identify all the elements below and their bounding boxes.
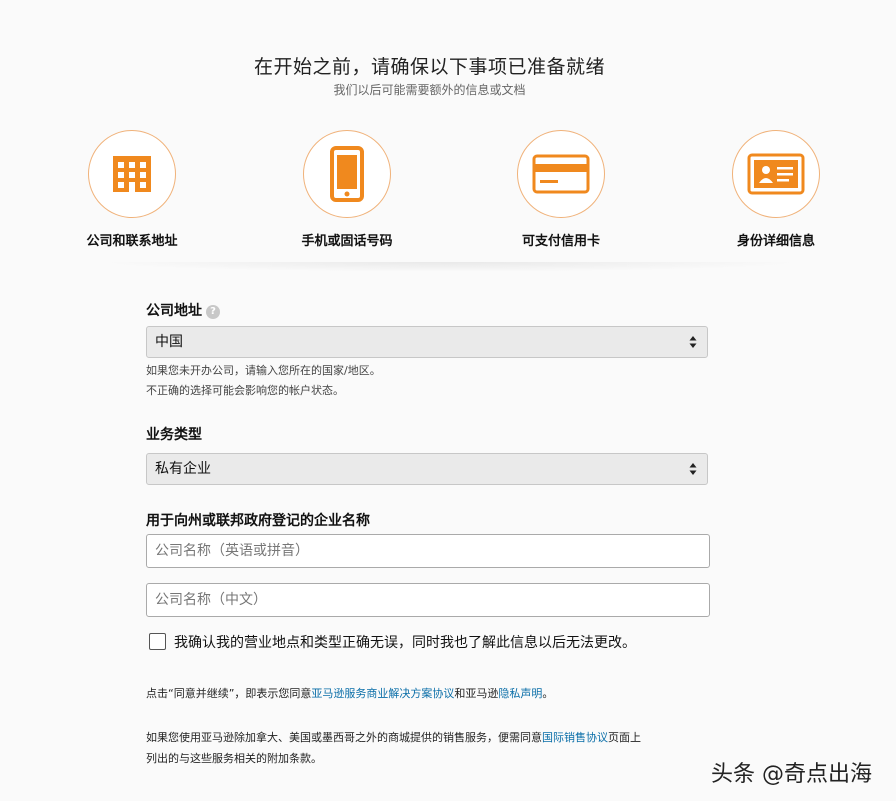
- legal-text: 如果您使用亚马逊除加拿大、美国或墨西哥之外的商城提供的销售服务，便需同意: [146, 731, 542, 744]
- company-address-select[interactable]: 中国: [146, 326, 708, 358]
- prereq-id-details: 身份详细信息: [681, 130, 871, 249]
- business-type-value: 私有企业: [155, 461, 211, 477]
- credit-card-icon: [517, 130, 605, 218]
- company-address-value: 中国: [155, 334, 183, 350]
- legal-text: 。: [542, 687, 554, 700]
- select-arrows-icon: [689, 463, 697, 475]
- confirm-row: 我确认我的营业地点和类型正确无误，同时我也了解此信息以后无法更改。: [149, 632, 636, 652]
- company-address-label-text: 公司地址: [146, 303, 202, 319]
- page-subtitle: 我们以后可能需要额外的信息或文档: [333, 83, 526, 97]
- section-divider: [95, 262, 805, 272]
- watermark-text: 头条 @奇点出海: [711, 762, 872, 787]
- confirm-checkbox[interactable]: [149, 633, 166, 650]
- legal-text: 点击“同意并继续”，即表示您同意: [146, 687, 312, 700]
- business-type-select[interactable]: 私有企业: [146, 453, 708, 485]
- prereq-label: 手机或固话号码: [301, 234, 393, 249]
- prereq-company-address: 公司和联系地址: [37, 130, 227, 249]
- legal-text: 列出的与这些服务相关的附加条款。: [146, 752, 322, 765]
- legal-text: 和亚马逊: [454, 687, 499, 700]
- page-title: 在开始之前，请确保以下事项已准备就绪: [253, 56, 605, 78]
- select-arrows-icon: [689, 336, 697, 348]
- prereq-label: 身份详细信息: [736, 234, 815, 249]
- company-name-english-input[interactable]: 公司名称（英语或拼音）: [146, 534, 710, 568]
- building-icon: [88, 130, 176, 218]
- registration-page: 在开始之前，请确保以下事项已准备就绪 我们以后可能需要额外的信息或文档 公司和联…: [0, 0, 896, 801]
- business-name-label: 用于向州或联邦政府登记的企业名称: [146, 513, 370, 529]
- confirm-label[interactable]: 我确认我的营业地点和类型正确无误，同时我也了解此信息以后无法更改。: [174, 635, 636, 651]
- company-address-note-2: 不正确的选择可能会影响您的帐户状态。: [146, 384, 344, 397]
- company-name-chinese-input[interactable]: 公司名称（中文）: [146, 583, 710, 617]
- company-address-note-1: 如果您未开办公司，请输入您所在的国家/地区。: [146, 364, 381, 377]
- prereq-phone: 手机或固话号码: [252, 130, 442, 249]
- prereq-credit-card: 可支付信用卡: [466, 130, 656, 249]
- legal-paragraph-2: 如果您使用亚马逊除加拿大、美国或墨西哥之外的商城提供的销售服务，便需同意国际销售…: [146, 727, 716, 769]
- business-solutions-agreement-link[interactable]: 亚马逊服务商业解决方案协议: [311, 687, 454, 700]
- help-icon[interactable]: ?: [206, 305, 220, 319]
- legal-text: 页面上: [608, 731, 641, 744]
- prereq-label: 公司和联系地址: [86, 234, 178, 249]
- prereq-label: 可支付信用卡: [521, 234, 600, 249]
- privacy-notice-link[interactable]: 隐私声明: [498, 687, 542, 700]
- mobile-phone-icon: [303, 130, 391, 218]
- international-selling-agreement-link[interactable]: 国际销售协议: [542, 731, 608, 744]
- legal-paragraph-1: 点击“同意并继续”，即表示您同意亚马逊服务商业解决方案协议和亚马逊隐私声明。: [146, 683, 716, 704]
- business-type-label: 业务类型: [146, 427, 202, 443]
- company-address-label: 公司地址?: [146, 300, 220, 320]
- id-card-icon: [732, 130, 820, 218]
